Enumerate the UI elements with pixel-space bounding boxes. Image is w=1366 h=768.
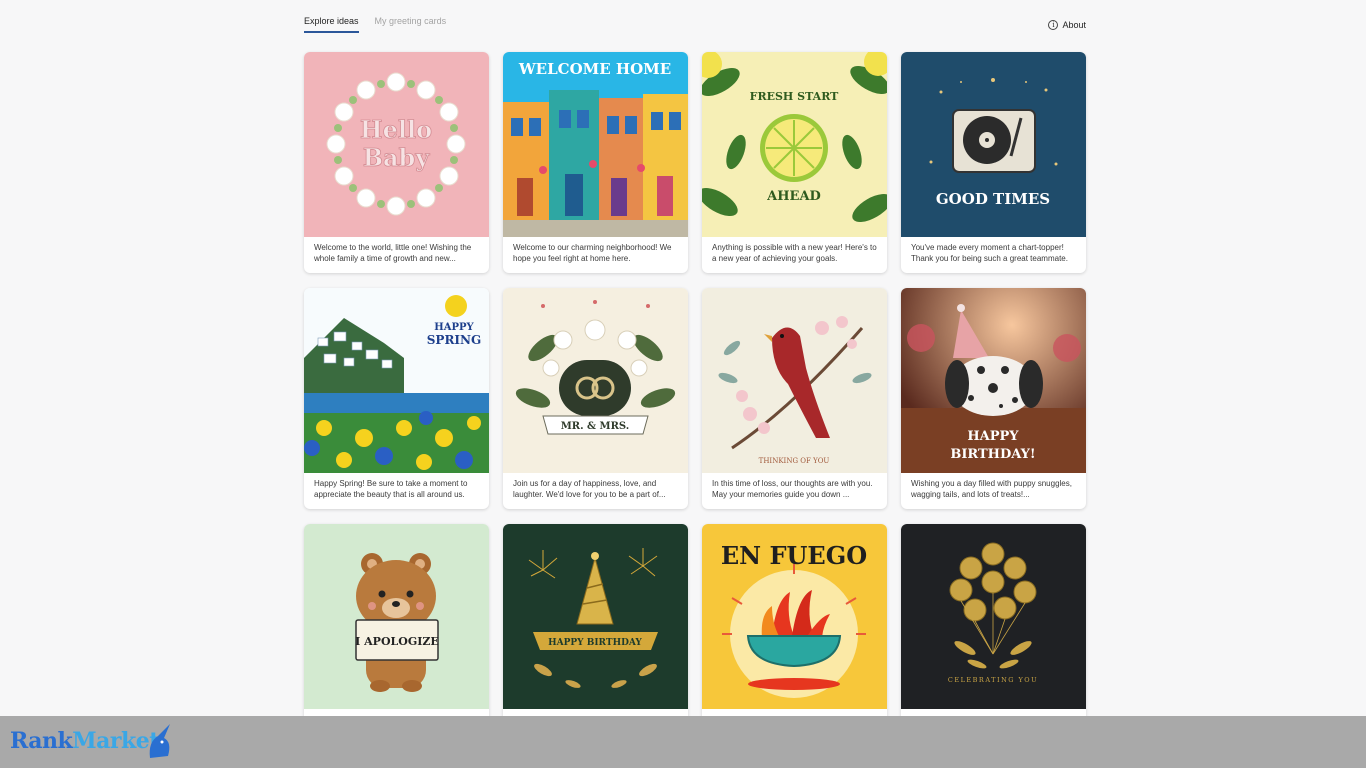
greeting-card[interactable]: MR. & MRS. Join us for a day of happines…	[503, 288, 688, 509]
about-label: About	[1062, 20, 1086, 30]
svg-text:GOOD TIMES: GOOD TIMES	[936, 190, 1050, 208]
greeting-card[interactable]: HAPPY BIRTHDAY! Wishing you a day filled…	[901, 288, 1086, 509]
card-caption: Welcome to our charming neighborhood! We…	[513, 243, 672, 263]
card-image-welcome-home: WELCOME HOME	[503, 52, 688, 237]
svg-text:BIRTHDAY!: BIRTHDAY!	[950, 447, 1035, 462]
svg-text:HAPPY: HAPPY	[967, 429, 1019, 444]
card-image-mr-mrs: MR. & MRS.	[503, 288, 688, 473]
svg-text:Hello: Hello	[360, 115, 432, 144]
card-caption: Happy Spring! Be sure to take a moment t…	[314, 479, 468, 499]
card-caption: Welcome to the world, little one! Wishin…	[314, 243, 472, 263]
svg-text:SPRING: SPRING	[427, 333, 482, 347]
greeting-card[interactable]: HAPPY BIRTHDAY	[503, 524, 688, 745]
greeting-card[interactable]: THINKING OF YOU In this time of loss, ou…	[702, 288, 887, 509]
watermark-bar: RankMarket	[0, 716, 1366, 768]
card-image-en-fuego: EN FUEGO	[702, 524, 887, 709]
card-caption: You've made every moment a chart-topper!…	[911, 243, 1068, 263]
about-button[interactable]: i About	[1048, 20, 1086, 30]
card-image-good-times: GOOD TIMES	[901, 52, 1086, 237]
info-icon: i	[1048, 20, 1059, 30]
svg-text:Baby: Baby	[363, 143, 431, 172]
top-bar: Explore ideas My greeting cards i About	[304, 0, 1086, 40]
card-image-puppy-birthday: HAPPY BIRTHDAY!	[901, 288, 1086, 473]
card-caption: Anything is possible with a new year! He…	[712, 243, 877, 263]
svg-text:I APOLOGIZE: I APOLOGIZE	[355, 635, 439, 648]
card-image-fresh-start: FRESH START AHEAD	[702, 52, 887, 237]
greeting-card[interactable]: EN FUEGO	[702, 524, 887, 745]
greeting-card[interactable]: CELEBRATING YOU	[901, 524, 1086, 745]
greeting-card[interactable]: WELCOME HOME Welcome to our charming nei…	[503, 52, 688, 273]
svg-text:MR. & MRS.: MR. & MRS.	[561, 421, 630, 432]
svg-text:HAPPY: HAPPY	[434, 322, 474, 333]
svg-text:AHEAD: AHEAD	[766, 189, 821, 204]
card-image-hello-baby: Hello Baby	[304, 52, 489, 237]
unicorn-icon	[149, 724, 170, 758]
card-image-celebrating-you: CELEBRATING YOU	[901, 524, 1086, 709]
card-image-happy-birthday-gold: HAPPY BIRTHDAY	[503, 524, 688, 709]
card-image-i-apologize: I APOLOGIZE	[304, 524, 489, 709]
card-image-thinking-of-you: THINKING OF YOU	[702, 288, 887, 473]
card-caption: In this time of loss, our thoughts are w…	[712, 479, 873, 499]
svg-text:THINKING OF YOU: THINKING OF YOU	[759, 457, 830, 465]
watermark-text-rank: Rank	[10, 728, 73, 754]
tab-list: Explore ideas My greeting cards	[304, 16, 446, 33]
card-image-happy-spring: HAPPY SPRING	[304, 288, 489, 473]
tab-my-greeting-cards[interactable]: My greeting cards	[375, 16, 447, 33]
greeting-card[interactable]: GOOD TIMES You've made every moment a ch…	[901, 52, 1086, 273]
card-caption: Wishing you a day filled with puppy snug…	[911, 479, 1072, 499]
svg-text:HAPPY BIRTHDAY: HAPPY BIRTHDAY	[548, 638, 642, 648]
card-caption: Join us for a day of happiness, love, an…	[513, 479, 666, 499]
greeting-card[interactable]: Hello Baby Welcome to the world, little …	[304, 52, 489, 273]
watermark-logo: RankMarket	[10, 728, 159, 754]
svg-text:CELEBRATING YOU: CELEBRATING YOU	[948, 676, 1038, 684]
greeting-card[interactable]: I APOLOGIZE	[304, 524, 489, 745]
card-grid: Hello Baby Welcome to the world, little …	[304, 52, 1088, 745]
svg-text:WELCOME HOME: WELCOME HOME	[518, 60, 671, 78]
greeting-card[interactable]: HAPPY SPRING Happy Spring! Be sure to ta…	[304, 288, 489, 509]
greeting-card[interactable]: FRESH START AHEAD Anything is possible w…	[702, 52, 887, 273]
svg-text:FRESH START: FRESH START	[750, 90, 840, 103]
tab-explore-ideas[interactable]: Explore ideas	[304, 16, 359, 33]
svg-text:EN FUEGO: EN FUEGO	[721, 541, 867, 570]
